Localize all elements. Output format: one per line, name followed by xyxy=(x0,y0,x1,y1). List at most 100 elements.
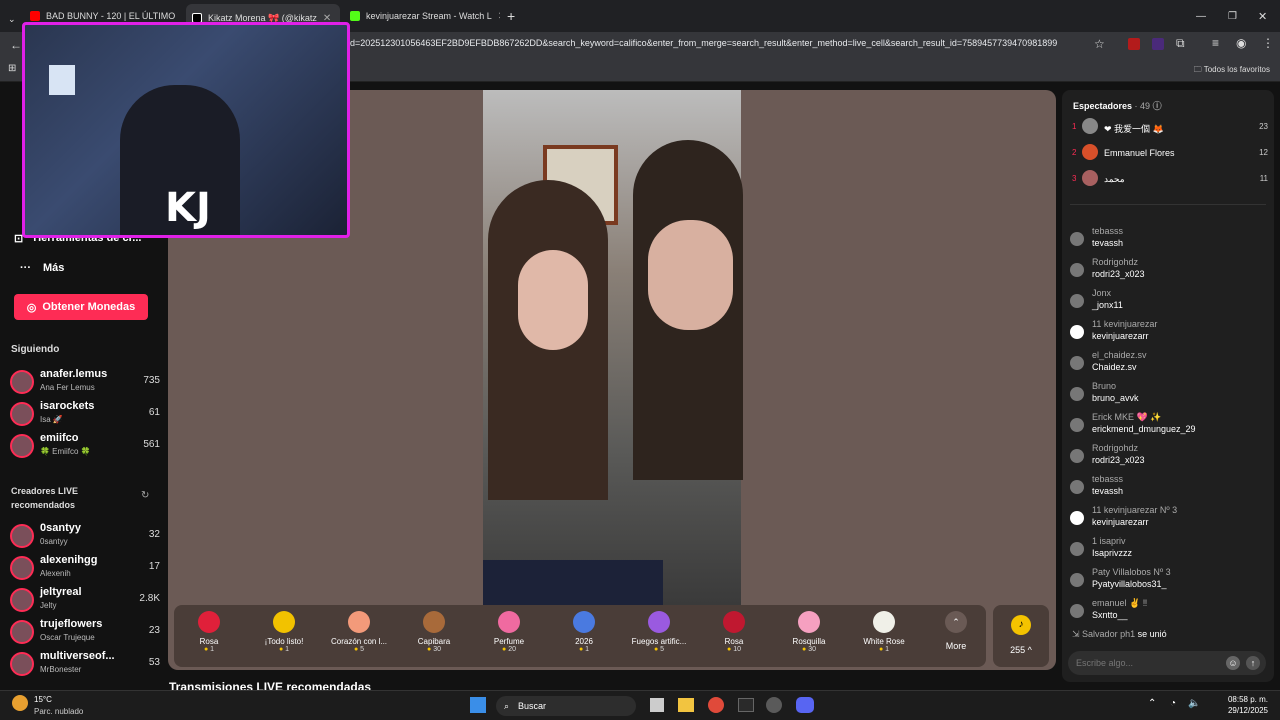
extension-icon[interactable] xyxy=(1128,38,1140,50)
discord-icon[interactable] xyxy=(796,697,814,713)
recommended-item[interactable]: multiverseof... MrBonester 53 xyxy=(10,648,160,680)
gift-item[interactable]: 2026 ● 1 xyxy=(554,611,614,653)
recommended-item[interactable]: alexenihgg Alexenih 17 xyxy=(10,552,160,584)
back-icon[interactable]: ← xyxy=(10,38,22,52)
avatar xyxy=(1070,263,1084,277)
gift-price: ● 30 xyxy=(404,646,464,653)
puzzle-icon[interactable]: ⧉ xyxy=(1176,36,1185,51)
chat-username[interactable]: Jonx xyxy=(1092,288,1111,298)
chat-text: Chaidez.sv xyxy=(1092,362,1137,372)
coin-balance[interactable]: ♪ 255 ^ xyxy=(993,605,1049,667)
gift-item[interactable]: Capibara ● 30 xyxy=(404,611,464,653)
media-icon[interactable]: ≡ xyxy=(1212,36,1219,50)
chat-username[interactable]: 11 kevinjuarezar Nº 3 xyxy=(1092,505,1177,515)
weather-temp[interactable]: 15°C xyxy=(34,695,52,704)
chat-input[interactable] xyxy=(1076,655,1216,671)
send-icon[interactable]: ↑ xyxy=(1246,656,1260,670)
refresh-icon[interactable]: ↻ xyxy=(141,490,149,501)
live-video[interactable] xyxy=(483,90,743,605)
gift-item[interactable]: Rosa ● 1 xyxy=(179,611,239,653)
chat-username[interactable]: Bruno xyxy=(1092,381,1116,391)
chat-username[interactable]: Rodrigohdz xyxy=(1092,257,1138,267)
bookmark-star-icon[interactable]: ☆ xyxy=(1094,37,1105,51)
wall-outlet xyxy=(49,65,75,95)
chrome-icon[interactable] xyxy=(708,697,724,713)
gift-item[interactable]: Fuegos artific... ● 5 xyxy=(629,611,689,653)
terminal-icon[interactable] xyxy=(738,698,754,712)
top-viewer-row[interactable]: 2 Emmanuel Flores 12 xyxy=(1072,144,1268,166)
recommended-item[interactable]: trujeflowers Oscar Trujeque 23 xyxy=(10,616,160,648)
rose-icon xyxy=(198,611,220,633)
chat-username[interactable]: Rodrigohdz xyxy=(1092,443,1138,453)
menu-icon[interactable]: ⋮ xyxy=(1262,36,1274,50)
sidebar-item-label: Más xyxy=(43,262,65,274)
avatar xyxy=(1070,294,1084,308)
new-tab-button[interactable]: + xyxy=(507,6,515,26)
task-view-icon[interactable] xyxy=(650,698,664,712)
chat-text: kevinjuarezarr xyxy=(1092,331,1149,341)
join-username[interactable]: Salvador ph1 xyxy=(1082,629,1135,639)
gift-item[interactable]: White Rose ● 1 xyxy=(854,611,914,653)
chat-username[interactable]: 1 isapriv xyxy=(1092,536,1126,546)
file-explorer-icon[interactable] xyxy=(678,698,694,712)
extension-icon[interactable] xyxy=(1152,38,1164,50)
tray-chevron-icon[interactable]: ⌃ xyxy=(1148,698,1156,709)
following-item[interactable]: isarockets Isa 🚀 61 xyxy=(10,398,160,430)
tab-kick[interactable]: kevinjuarezar Stream - Watch L ✕ xyxy=(350,6,500,26)
gift-price: ● 1 xyxy=(254,646,314,653)
gift-item[interactable]: ¡Todo listo! ● 1 xyxy=(254,611,314,653)
top-viewer-row[interactable]: 1 ❤ 我爱一個 🦊 23 xyxy=(1072,118,1268,140)
tab-menu-icon[interactable]: ⌄ xyxy=(8,9,16,29)
gift-price-value: 30 xyxy=(808,646,816,653)
profile-icon[interactable]: ◉ xyxy=(1236,36,1246,50)
avatar xyxy=(1082,170,1098,186)
chat-username[interactable]: 11 kevinjuarezar xyxy=(1092,319,1157,329)
gift-item[interactable]: Corazón con l... ● 5 xyxy=(329,611,389,653)
chat-username[interactable]: emanuel ✌ ‼ xyxy=(1092,598,1147,609)
following-item[interactable]: anafer.lemus Ana Fer Lemus 735 xyxy=(10,366,160,398)
chat-username[interactable]: tebasss xyxy=(1092,226,1123,236)
minimize-button[interactable]: — xyxy=(1196,6,1206,26)
windows-start-icon[interactable] xyxy=(470,697,486,713)
gift-item[interactable]: Rosa ● 10 xyxy=(704,611,764,653)
more-label: More xyxy=(945,641,967,651)
volume-icon[interactable]: 🔈 xyxy=(1188,698,1200,709)
maximize-button[interactable]: ❐ xyxy=(1228,6,1237,26)
gifts-more-button[interactable]: ⌃ More xyxy=(926,611,986,651)
avatar xyxy=(1070,542,1084,556)
recommended-item[interactable]: 0santyy 0santyy 32 xyxy=(10,520,160,552)
search-icon: ⌕ xyxy=(504,701,510,711)
following-item[interactable]: emiifco 🍀 Emiifco 🍀 561 xyxy=(10,430,160,462)
recommended-name: multiverseof... xyxy=(40,650,115,662)
avatar xyxy=(10,588,34,612)
clock-time[interactable]: 08:58 p. m. xyxy=(1212,695,1268,704)
recommended-item[interactable]: jeltyreal Jelty 2.8K xyxy=(10,584,160,616)
gift-item[interactable]: Rosquilla ● 30 xyxy=(779,611,839,653)
rose-icon xyxy=(723,611,745,633)
sidebar-item-more[interactable]: ··· Más xyxy=(20,262,64,274)
top-viewer-row[interactable]: 3 محمد 11 xyxy=(1072,170,1268,192)
chat-username[interactable]: tebasss xyxy=(1092,474,1123,484)
chat-username[interactable]: Erick MKE 💖 ✨ xyxy=(1092,412,1161,423)
get-coins-button[interactable]: ◎ Obtener Monedas xyxy=(14,294,148,320)
taskbar-search[interactable]: ⌕ Buscar xyxy=(496,696,636,716)
weather-desc: Parc. nublado xyxy=(34,707,84,716)
clock-date[interactable]: 29/12/2025 xyxy=(1212,706,1268,715)
gift-item[interactable]: Perfume ● 20 xyxy=(479,611,539,653)
wifi-icon[interactable]: ◔ xyxy=(1170,698,1176,709)
chat-message: Paty Villalobos Nº 3 Pyatyvillalobos31_ xyxy=(1070,567,1270,597)
viewer-rank: 3 xyxy=(1072,174,1077,183)
all-favorites-link[interactable]: 🗀 Todos los favoritos xyxy=(1194,64,1270,78)
window-close-button[interactable]: ✕ xyxy=(1258,6,1267,26)
sponge-icon xyxy=(273,611,295,633)
chat-username[interactable]: Paty Villalobos Nº 3 xyxy=(1092,567,1171,577)
viewer-rank: 2 xyxy=(1072,148,1077,157)
apps-icon[interactable]: ⊞ xyxy=(8,63,16,74)
url-field[interactable]: d=202512301056463EF2BD9EFBDB867262DD&sea… xyxy=(350,38,1057,48)
close-icon[interactable]: ✕ xyxy=(498,11,500,22)
viewers-header[interactable]: Espectadores · 49 ⓘ xyxy=(1073,99,1162,112)
emoji-icon[interactable]: ☺ xyxy=(1226,656,1240,670)
chevron-up-icon: ⌃ xyxy=(945,611,967,633)
obs-icon[interactable] xyxy=(766,697,782,713)
chat-username[interactable]: el_chaidez.sv xyxy=(1092,350,1147,360)
